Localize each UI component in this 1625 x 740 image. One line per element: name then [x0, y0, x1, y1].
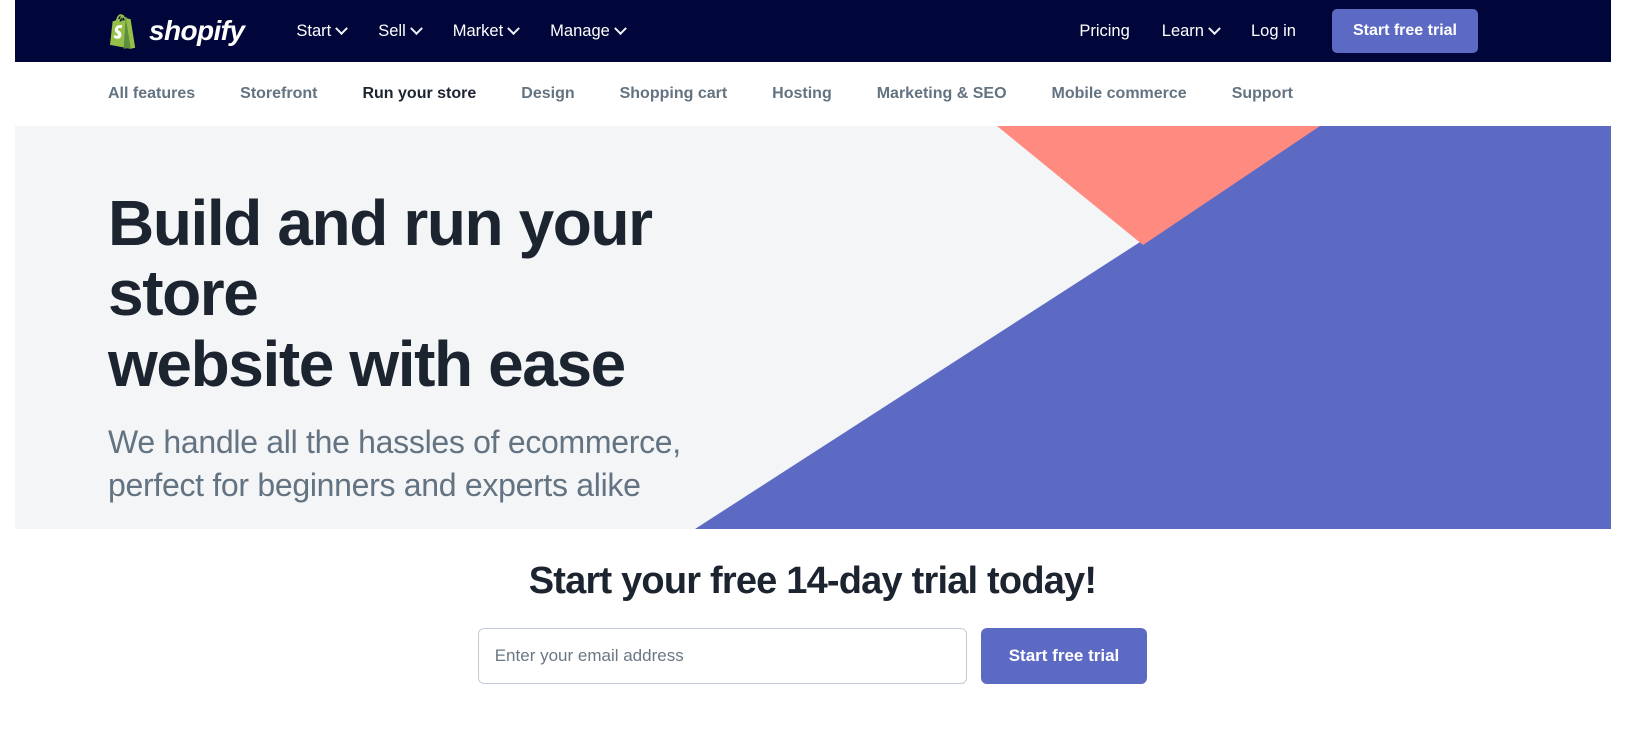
chevron-down-icon — [1208, 21, 1221, 35]
nav-item-label: Sell — [378, 21, 406, 40]
subnav-item-support[interactable]: Support — [1232, 85, 1293, 103]
email-input[interactable] — [477, 628, 967, 684]
trial-signup-form: Start free trial — [0, 628, 1625, 684]
nav-item-learn[interactable]: Learn — [1146, 16, 1235, 47]
nav-item-login[interactable]: Log in — [1235, 16, 1312, 47]
subnav-item-all-features[interactable]: All features — [108, 85, 195, 103]
nav-item-label: Market — [452, 21, 504, 40]
hero-copy: Build and run your store website with ea… — [108, 188, 808, 508]
nav-item-label: Manage — [550, 21, 610, 40]
nav-item-label: Log in — [1250, 21, 1296, 40]
chevron-down-icon — [507, 21, 521, 35]
hero-section: Build and run your store website with ea… — [15, 126, 1611, 529]
chevron-down-icon — [613, 21, 627, 35]
trial-start-free-trial-button[interactable]: Start free trial — [980, 628, 1148, 684]
nav-item-manage[interactable]: Manage — [534, 16, 641, 47]
shopify-landing-page: shopify Start Sell Market Manage Pricing… — [0, 0, 1625, 740]
subnav-item-mobile-commerce[interactable]: Mobile commerce — [1052, 85, 1187, 103]
subnav-item-shopping-cart[interactable]: Shopping cart — [620, 85, 728, 103]
nav-item-sell[interactable]: Sell — [362, 16, 437, 47]
feature-subnav: All features Storefront Run your store D… — [15, 62, 1611, 126]
primary-nav: Start Sell Market Manage — [280, 16, 640, 47]
brand-name: shopify — [149, 15, 245, 46]
secondary-nav: Pricing Learn Log in Start free trial — [1063, 9, 1478, 53]
subnav-item-run-your-store[interactable]: Run your store — [362, 85, 476, 103]
trial-title: Start your free 14-day trial today! — [528, 560, 1097, 602]
hero-subtitle-line1: We handle all the hassles of ecommerce, — [108, 424, 681, 461]
hero-subtitle-line2: perfect for beginners and experts alike — [108, 467, 641, 504]
shopify-bag-icon — [110, 13, 136, 49]
nav-item-label: Start — [296, 21, 332, 40]
trial-section: Start your free 14-day trial today! Star… — [0, 560, 1625, 684]
header-start-free-trial-button[interactable]: Start free trial — [1331, 9, 1478, 53]
hero-subtitle: We handle all the hassles of ecommerce, … — [108, 421, 808, 507]
site-header: shopify Start Sell Market Manage Pricing… — [15, 0, 1611, 62]
nav-item-start[interactable]: Start — [280, 16, 362, 47]
hero-title: Build and run your store website with ea… — [108, 188, 808, 399]
nav-item-label: Learn — [1161, 21, 1204, 40]
hero-title-line1: Build and run your store — [108, 187, 653, 330]
subnav-item-storefront[interactable]: Storefront — [240, 85, 317, 103]
nav-item-market[interactable]: Market — [437, 16, 534, 47]
nav-item-label: Pricing — [1079, 21, 1130, 40]
subnav-item-hosting[interactable]: Hosting — [772, 85, 832, 103]
shopify-logo[interactable]: shopify — [108, 13, 245, 49]
subnav-item-design[interactable]: Design — [521, 85, 574, 103]
chevron-down-icon — [409, 21, 423, 35]
chevron-down-icon — [335, 21, 349, 35]
hero-title-line2: website with ease — [108, 327, 626, 400]
nav-item-pricing[interactable]: Pricing — [1063, 16, 1145, 47]
subnav-item-marketing-seo[interactable]: Marketing & SEO — [877, 85, 1007, 103]
